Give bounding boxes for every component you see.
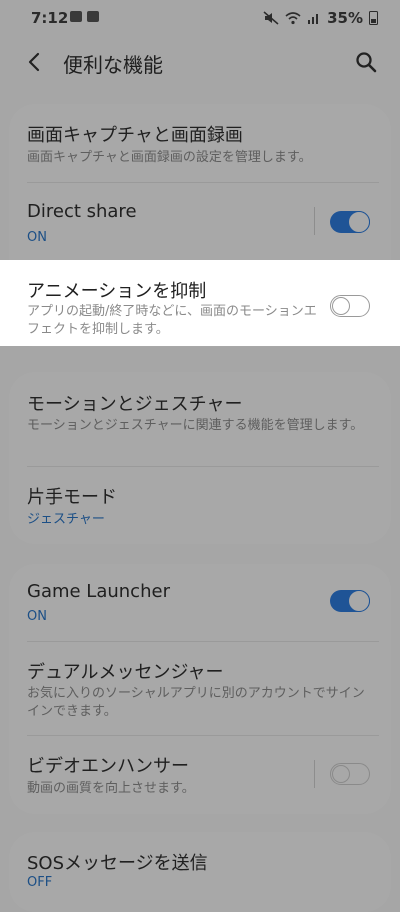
back-arrow-icon[interactable] <box>25 50 45 74</box>
toggle-separator <box>314 760 315 788</box>
search-icon[interactable] <box>354 50 378 74</box>
reduce-animations-toggle[interactable] <box>330 295 370 317</box>
settings-card-2: モーションとジェスチャー モーションとジェスチャーに関連する機能を管理します。 … <box>9 372 391 544</box>
setting-status: ON <box>27 609 47 624</box>
wifi-icon <box>285 12 301 25</box>
sos-messages-setting[interactable]: SOSメッセージを送信 OFF <box>9 832 391 890</box>
setting-status: ジェスチャー <box>27 512 105 527</box>
mute-icon <box>263 11 279 25</box>
game-launcher-setting[interactable]: Game Launcher ON <box>9 564 391 642</box>
status-right: 35% <box>263 9 378 27</box>
setting-title: 片手モード <box>27 487 117 508</box>
setting-description: 動画の画質を向上させます。 <box>27 781 195 796</box>
setting-title: ビデオエンハンサー <box>27 756 189 777</box>
reduce-animations-setting[interactable]: アニメーションを抑制 アプリの起動/終了時などに、画面のモーションエフェクトを抑… <box>0 260 400 346</box>
battery-percent: 35% <box>327 9 363 27</box>
toggle-knob <box>348 211 370 233</box>
toggle-knob <box>332 297 350 315</box>
setting-title: 画面キャプチャと画面録画 <box>27 125 243 146</box>
setting-title: SOSメッセージを送信 <box>27 853 208 874</box>
direct-share-toggle[interactable] <box>330 211 370 233</box>
notification-icons <box>70 11 99 22</box>
video-enhancer-setting[interactable]: ビデオエンハンサー 動画の画質を向上させます。 <box>9 736 391 814</box>
motions-gestures-setting[interactable]: モーションとジェスチャー モーションとジェスチャーに関連する機能を管理します。 <box>9 372 391 466</box>
toggle-knob <box>348 590 370 612</box>
battery-icon <box>369 11 378 25</box>
setting-description: お気に入りのソーシャルアプリに別のアカウントでサインインできます。 <box>27 686 365 719</box>
settings-card-3: Game Launcher ON デュアルメッセンジャー お気に入りのソーシャル… <box>9 564 391 814</box>
setting-description: 画面キャプチャと画面録画の設定を管理します。 <box>27 150 312 165</box>
setting-title: Direct share <box>27 201 137 222</box>
gallery-notification-icon <box>87 11 99 22</box>
setting-description: モーションとジェスチャーに関連する機能を管理します。 <box>27 418 364 433</box>
toggle-separator <box>314 207 315 235</box>
page-title: 便利な機能 <box>63 53 163 77</box>
setting-status: ON <box>27 230 47 245</box>
direct-share-setting[interactable]: Direct share ON <box>9 183 391 261</box>
one-hand-mode-setting[interactable]: 片手モード ジェスチャー <box>9 467 391 544</box>
settings-card-4: SOSメッセージを送信 OFF <box>9 832 391 912</box>
setting-title: デュアルメッセンジャー <box>27 662 224 683</box>
video-enhancer-toggle[interactable] <box>330 763 370 785</box>
status-bar: 7:12 35% <box>0 0 400 36</box>
setting-title: アニメーションを抑制 <box>27 281 207 302</box>
setting-description: アプリの起動/終了時などに、画面のモーションエフェクトを抑制します。 <box>27 304 317 337</box>
setting-title: モーションとジェスチャー <box>27 394 243 415</box>
setting-title: Game Launcher <box>27 581 170 602</box>
game-launcher-toggle[interactable] <box>330 590 370 612</box>
status-time: 7:12 <box>31 9 69 27</box>
setting-status: OFF <box>27 875 53 890</box>
app-bar: 便利な機能 <box>0 36 400 88</box>
image-notification-icon <box>70 11 82 22</box>
dual-messenger-setting[interactable]: デュアルメッセンジャー お気に入りのソーシャルアプリに別のアカウントでサインイン… <box>9 642 391 735</box>
toggle-knob <box>332 765 350 783</box>
signal-icon <box>308 14 319 24</box>
screen-capture-setting[interactable]: 画面キャプチャと画面録画 画面キャプチャと画面録画の設定を管理します。 <box>9 104 391 182</box>
